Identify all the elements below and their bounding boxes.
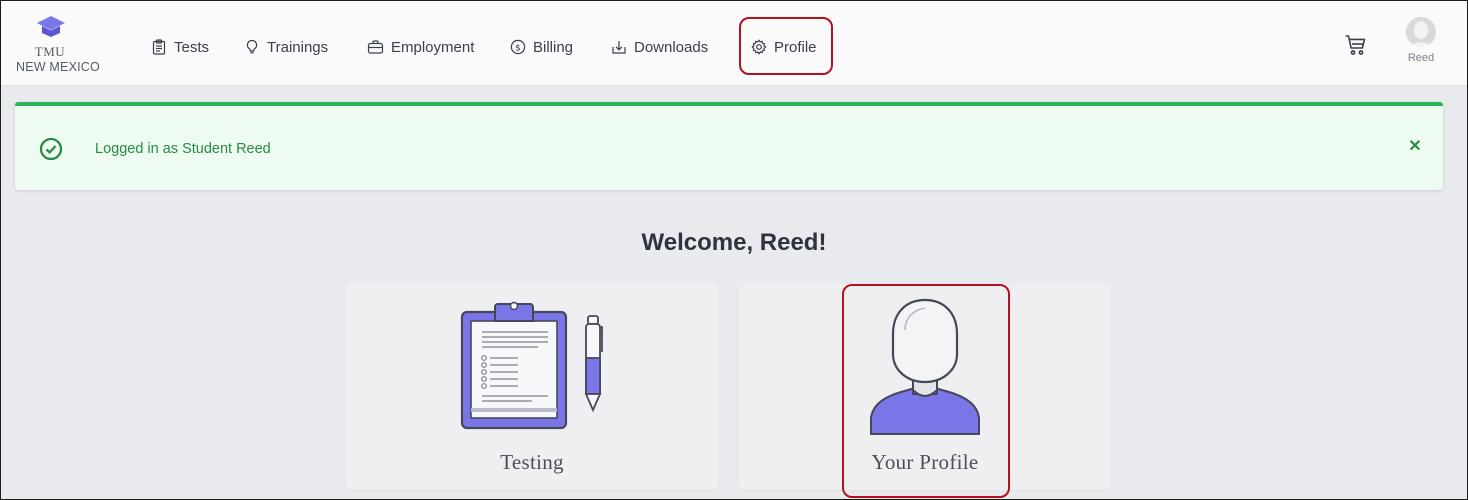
clipboard-icon	[152, 39, 166, 55]
briefcase-icon	[367, 40, 384, 54]
user-menu[interactable]: Reed	[1401, 17, 1441, 64]
person-bust-illustration	[870, 298, 980, 435]
nav-item-tests[interactable]: Tests	[151, 35, 209, 59]
nav-label-employment: Employment	[391, 38, 475, 56]
nav-label-profile: Profile	[774, 38, 817, 56]
login-success-alert: Logged in as Student Reed ✕	[15, 102, 1443, 190]
nav-label-downloads: Downloads	[634, 38, 709, 56]
clipboard-pen-illustration	[460, 301, 603, 430]
nav-item-billing[interactable]: $ Billing	[510, 35, 573, 59]
profile-card[interactable]: Your Profile	[739, 284, 1111, 490]
dollar-circle-icon: $	[510, 39, 526, 55]
testing-card[interactable]: Testing	[346, 284, 718, 490]
graduation-cap-icon	[37, 16, 65, 37]
cart-icon[interactable]	[1344, 33, 1368, 57]
nav-label-tests: Tests	[174, 38, 210, 56]
nav-item-downloads[interactable]: Downloads	[611, 35, 708, 59]
avatar	[1406, 17, 1436, 47]
nav-item-employment[interactable]: Employment	[367, 35, 474, 59]
testing-card-label: Testing	[500, 450, 564, 474]
avatar-username: Reed	[1407, 52, 1435, 64]
user-icon	[1409, 21, 1433, 47]
lightbulb-icon	[246, 39, 258, 54]
alert-close-button[interactable]: ✕	[1405, 137, 1425, 157]
alert-message: Logged in as Student Reed	[95, 141, 271, 157]
top-navbar: TMU NEW MEXICO Tests Trainings Employmen…	[1, 1, 1467, 86]
nav-label-trainings: Trainings	[267, 38, 329, 56]
nav-item-trainings[interactable]: Trainings	[244, 35, 328, 59]
nav-item-profile[interactable]: Profile	[751, 35, 817, 59]
brand-name: TMU	[34, 44, 66, 59]
check-circle-icon	[39, 137, 63, 161]
gear-icon	[751, 39, 767, 55]
download-icon	[612, 41, 626, 54]
nav-label-billing: Billing	[533, 38, 574, 56]
brand-logo[interactable]: TMU NEW MEXICO	[15, 15, 115, 79]
app-window: TMU NEW MEXICO Tests Trainings Employmen…	[0, 0, 1468, 500]
brand-subtitle: NEW MEXICO	[16, 60, 100, 74]
welcome-heading: Welcome, Reed!	[641, 229, 827, 256]
svg-text:$: $	[515, 43, 521, 53]
profile-card-label: Your Profile	[871, 450, 979, 474]
